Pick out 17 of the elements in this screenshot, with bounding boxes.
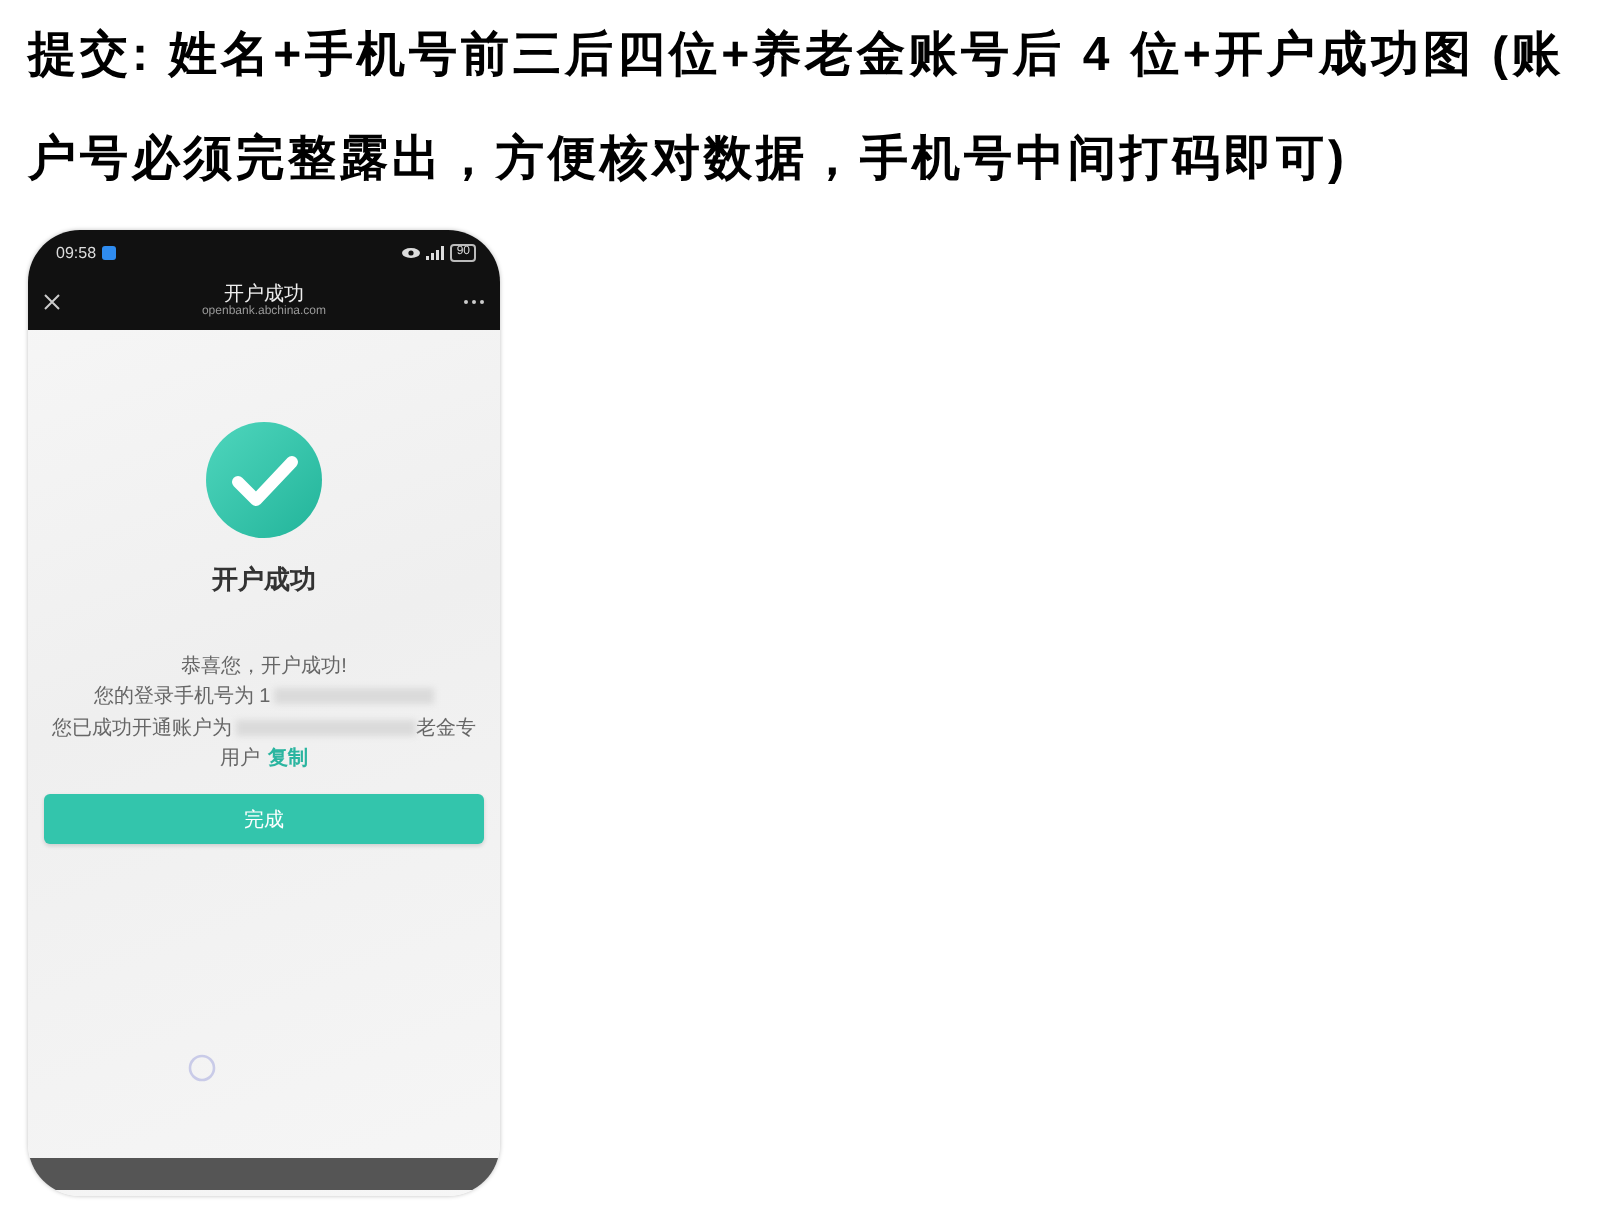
success-heading: 开户成功 [212, 562, 316, 598]
body-text: 老金专 [416, 715, 476, 742]
instruction-text: 提交: 姓名+手机号前三后四位+养老金账号后 4 位+开户成功图 (账户号必须完整露出，方便核对数据，手机号中间打码即可) [28, 26, 1567, 190]
done-button[interactable]: 完成 [44, 794, 484, 844]
nav-title: 开户成功 [224, 284, 304, 307]
body-text: 用户 [220, 745, 260, 773]
check-circle-icon [206, 422, 322, 538]
close-icon[interactable] [44, 294, 60, 310]
ring-icon [188, 1054, 216, 1082]
square-icon [102, 245, 117, 259]
status-time: 09:58 [56, 243, 97, 261]
copy-link[interactable]: 复制 [268, 744, 308, 773]
eye-icon [402, 247, 421, 257]
body-text: 恭喜您，开户成功! [181, 653, 347, 680]
signal-icon [426, 245, 445, 259]
body-text: 您的登录手机号为 1 [93, 683, 271, 711]
body-text: 您已成功开通账户为 [52, 715, 232, 742]
